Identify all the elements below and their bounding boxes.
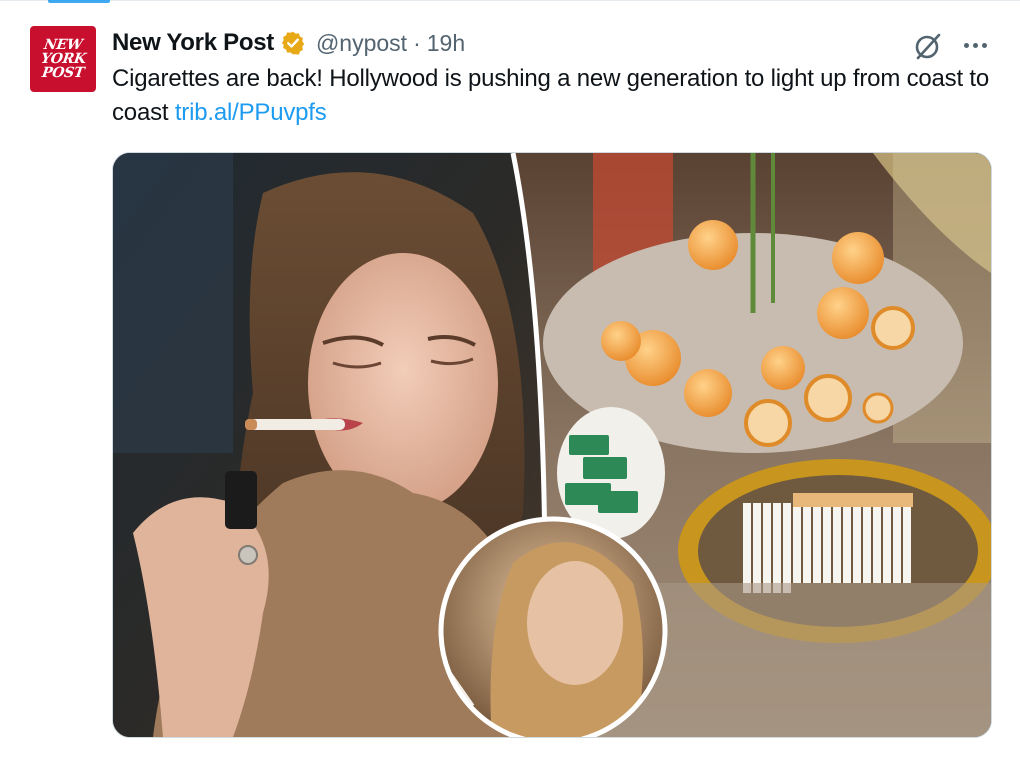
verified-badge-icon[interactable] bbox=[280, 30, 306, 56]
active-tab-indicator bbox=[48, 0, 110, 3]
display-name[interactable]: New York Post bbox=[112, 29, 274, 57]
avatar-logo-line-3: POST bbox=[40, 65, 86, 81]
tweet-header: New York Post @nypost · 19h bbox=[112, 28, 465, 58]
tweet-text: Cigarettes are back! Hollywood is pushin… bbox=[112, 62, 1002, 130]
separator-dot: · bbox=[413, 29, 421, 56]
tweet-card[interactable]: NEW YORK POST New York Post @nypost · 19… bbox=[0, 0, 1020, 760]
avatar-logo-line-2: YORK bbox=[39, 51, 87, 67]
tweet-link[interactable]: trib.al/PPuvpfs bbox=[175, 99, 327, 126]
timestamp[interactable]: 19h bbox=[427, 30, 465, 57]
more-options-icon[interactable] bbox=[960, 30, 990, 60]
divider bbox=[0, 0, 1020, 1]
grok-icon[interactable] bbox=[912, 30, 944, 62]
avatar-logo-line-1: NEW bbox=[42, 37, 84, 53]
handle[interactable]: @nypost bbox=[316, 30, 407, 57]
avatar[interactable]: NEW YORK POST bbox=[30, 26, 96, 92]
media-image[interactable] bbox=[112, 152, 992, 738]
